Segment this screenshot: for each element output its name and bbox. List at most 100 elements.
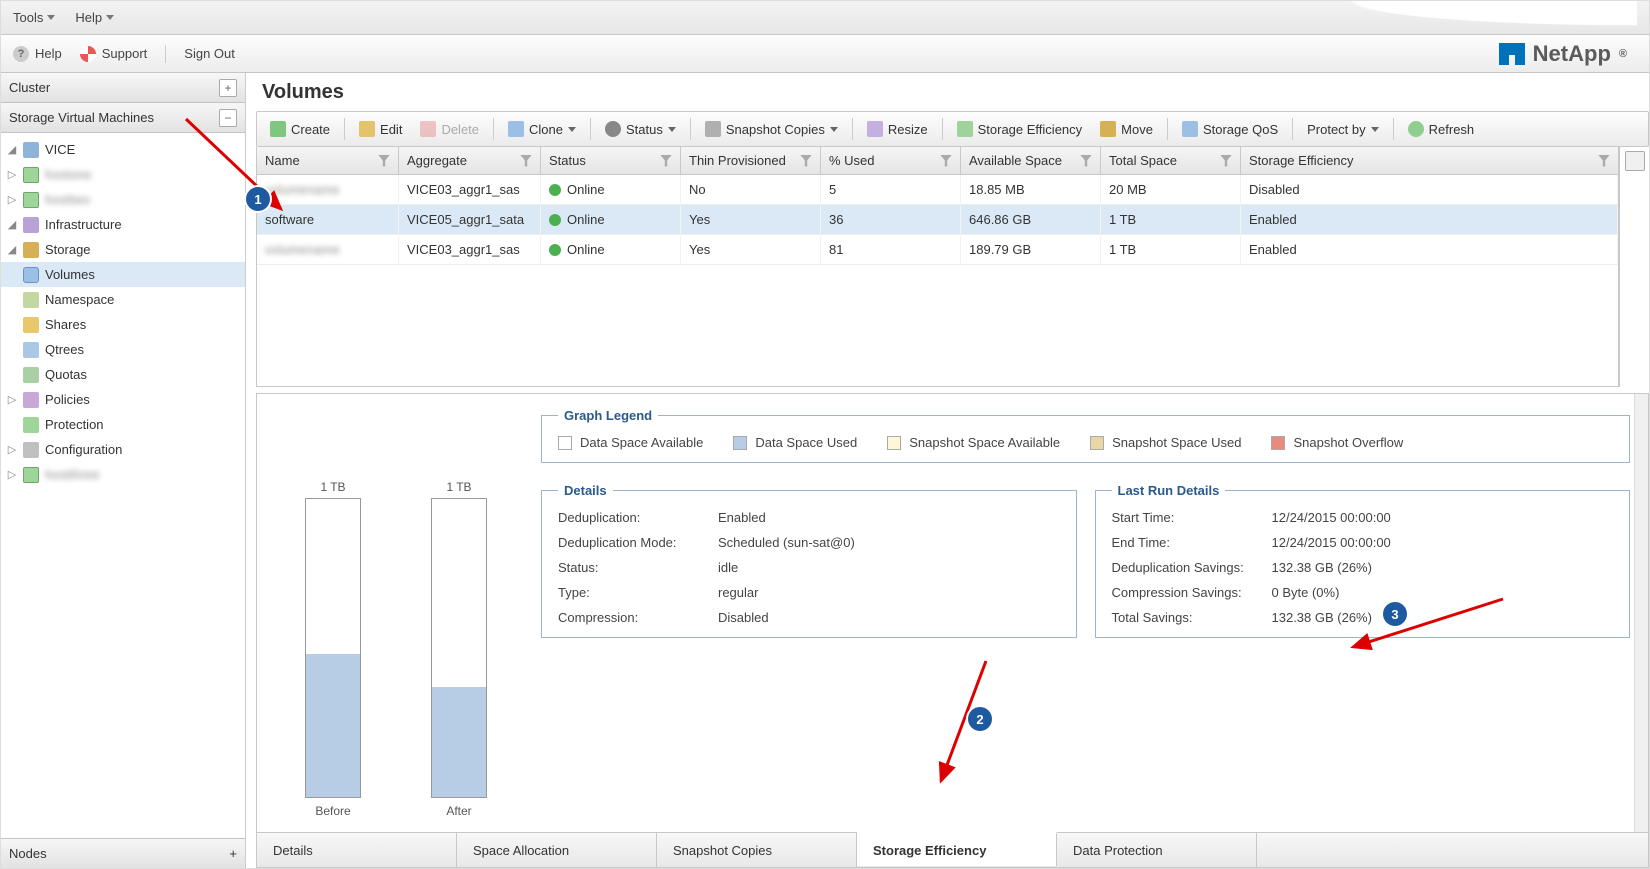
tree-volumes[interactable]: Volumes xyxy=(1,262,245,287)
tree-storage-label: Storage xyxy=(45,242,91,257)
col-header-avail[interactable]: Available Space xyxy=(961,147,1101,174)
legend-snapused: Snapshot Space Used xyxy=(1090,435,1241,450)
snapshot-button[interactable]: Snapshot Copies xyxy=(698,118,845,140)
nav-header-svm-label: Storage Virtual Machines xyxy=(9,110,154,125)
toolbar: Create Edit Delete Clone Status Snapshot… xyxy=(256,111,1649,147)
bar-before-label: Before xyxy=(315,804,350,818)
filter-icon[interactable] xyxy=(1598,155,1610,167)
tab-data-protection[interactable]: Data Protection xyxy=(1057,833,1257,867)
table-row[interactable]: softwareVICE05_aggr1_sataOnlineYes36646.… xyxy=(257,205,1618,235)
support-label: Support xyxy=(102,46,148,61)
cell-status-value: Online xyxy=(567,242,605,257)
help-link[interactable]: ? Help xyxy=(13,46,62,62)
tab-snapshot-copies[interactable]: Snapshot Copies xyxy=(657,833,857,867)
twisty-closed-icon: ▷ xyxy=(7,393,17,406)
legend-snapavail-label: Snapshot Space Available xyxy=(909,435,1060,450)
cell-eff-value: Enabled xyxy=(1249,242,1297,257)
col-header-thin-label: Thin Provisioned xyxy=(689,153,786,168)
col-header-status[interactable]: Status xyxy=(541,147,681,174)
legend-fieldset: Graph Legend Data Space Available Data S… xyxy=(541,408,1630,463)
tree-quotas[interactable]: Quotas xyxy=(1,362,245,387)
tree-policies[interactable]: ▷ Policies xyxy=(1,387,245,412)
filter-icon[interactable] xyxy=(660,155,672,167)
tree-namespace[interactable]: Namespace xyxy=(1,287,245,312)
tree-configuration[interactable]: ▷Configuration xyxy=(1,437,245,462)
filter-icon[interactable] xyxy=(1080,155,1092,167)
clone-label: Clone xyxy=(529,122,563,137)
menu-tools[interactable]: Tools xyxy=(13,10,55,25)
cell-total: 20 MB xyxy=(1101,175,1241,204)
lifebuoy-icon xyxy=(80,46,96,62)
separator xyxy=(942,118,943,140)
separator xyxy=(493,118,494,140)
cell-avail: 646.86 GB xyxy=(961,205,1101,234)
filter-icon[interactable] xyxy=(940,155,952,167)
kv-key: Total Savings: xyxy=(1112,610,1272,625)
efficiency-button[interactable]: Storage Efficiency xyxy=(950,118,1090,140)
cell-eff-value: Enabled xyxy=(1249,212,1297,227)
col-header-aggregate[interactable]: Aggregate xyxy=(399,147,541,174)
grid-columns-button[interactable] xyxy=(1625,151,1645,171)
filter-icon[interactable] xyxy=(1220,155,1232,167)
create-label: Create xyxy=(291,122,330,137)
col-header-used[interactable]: % Used xyxy=(821,147,961,174)
expand-button[interactable]: + xyxy=(219,79,237,97)
tree-quotas-label: Quotas xyxy=(45,367,87,382)
tree-shares[interactable]: Shares xyxy=(1,312,245,337)
tab-storage-efficiency[interactable]: Storage Efficiency xyxy=(857,832,1057,866)
clone-button[interactable]: Clone xyxy=(501,118,583,140)
expand-button[interactable]: + xyxy=(229,846,237,861)
filter-icon[interactable] xyxy=(520,155,532,167)
tree-qtrees[interactable]: Qtrees xyxy=(1,337,245,362)
col-header-total[interactable]: Total Space xyxy=(1101,147,1241,174)
col-header-eff[interactable]: Storage Efficiency xyxy=(1241,147,1618,174)
tab-space-allocation[interactable]: Space Allocation xyxy=(457,833,657,867)
marker-1: 1 xyxy=(246,187,270,211)
nav-header-nodes[interactable]: Nodes + xyxy=(1,838,245,868)
details-scrollbar[interactable] xyxy=(1634,394,1648,832)
col-header-thin[interactable]: Thin Provisioned xyxy=(681,147,821,174)
support-link[interactable]: Support xyxy=(80,46,148,62)
details-fieldset: Details Deduplication:EnabledDeduplicati… xyxy=(541,483,1077,638)
bar-before-top: 1 TB xyxy=(320,480,345,494)
cell-status: Online xyxy=(541,175,681,204)
tab-details[interactable]: Details xyxy=(257,833,457,867)
table-row[interactable]: volumenameVICE03_aggr1_sasOnlineNo518.85… xyxy=(257,175,1618,205)
kv-value: 12/24/2015 00:00:00 xyxy=(1272,535,1614,550)
resize-button[interactable]: Resize xyxy=(860,118,935,140)
edit-button[interactable]: Edit xyxy=(352,118,409,140)
move-button[interactable]: Move xyxy=(1093,118,1160,140)
tree-protection[interactable]: Protection xyxy=(1,412,245,437)
cell-aggregate-value: VICE03_aggr1_sas xyxy=(407,182,520,197)
qos-button[interactable]: Storage QoS xyxy=(1175,118,1285,140)
cell-aggregate: VICE03_aggr1_sas xyxy=(399,235,541,264)
tree-storage[interactable]: ◢Storage xyxy=(1,237,245,262)
table-row[interactable]: volumenameVICE03_aggr1_sasOnlineYes81189… xyxy=(257,235,1618,265)
cell-eff: Enabled xyxy=(1241,205,1618,234)
protect-button[interactable]: Protect by xyxy=(1300,119,1386,140)
tree-host3[interactable]: ▷hostthree xyxy=(1,462,245,487)
menu-help[interactable]: Help xyxy=(75,10,114,25)
cell-avail: 189.79 GB xyxy=(961,235,1101,264)
protection-icon xyxy=(23,417,39,433)
kv-key: Status: xyxy=(558,560,718,575)
signout-link[interactable]: Sign Out xyxy=(184,46,235,61)
cell-name: volumename xyxy=(257,235,399,264)
twisty-closed-icon: ▷ xyxy=(7,443,17,456)
refresh-button[interactable]: Refresh xyxy=(1401,118,1482,140)
cell-used: 36 xyxy=(821,205,961,234)
cell-eff: Enabled xyxy=(1241,235,1618,264)
kv-value: Scheduled (sun-sat@0) xyxy=(718,535,1060,550)
filter-icon[interactable] xyxy=(800,155,812,167)
tree-protection-label: Protection xyxy=(45,417,104,432)
filter-icon[interactable] xyxy=(378,155,390,167)
quotas-icon xyxy=(23,367,39,383)
nav-header-cluster[interactable]: Cluster + xyxy=(1,73,245,103)
cell-status-value: Online xyxy=(567,182,605,197)
tree-policies-label: Policies xyxy=(45,392,90,407)
legend-avail-label: Data Space Available xyxy=(580,435,703,450)
status-button[interactable]: Status xyxy=(598,118,683,140)
details-title: Details xyxy=(558,483,613,498)
tree-namespace-label: Namespace xyxy=(45,292,114,307)
cell-status: Online xyxy=(541,235,681,264)
